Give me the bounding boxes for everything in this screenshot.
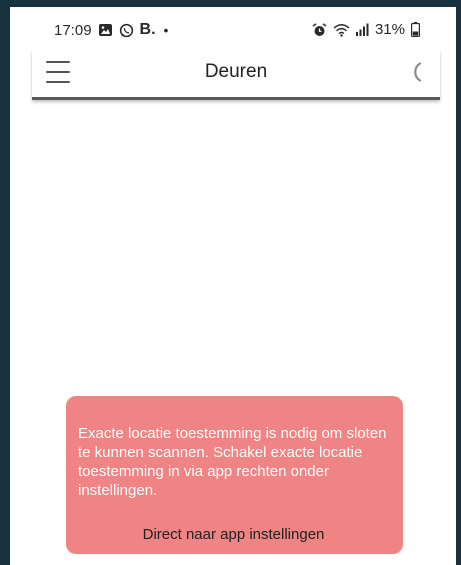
battery-icon [411,22,420,37]
wifi-icon [333,23,350,37]
status-bar-left: 17:09 B. • [54,21,168,39]
status-carrier-letter: B. [139,21,156,38]
gallery-icon [98,23,113,37]
app-bar: Deuren [32,51,440,100]
open-app-settings-button[interactable]: Direct naar app instellingen [78,522,389,547]
status-bar: 17:09 B. • 31% [10,7,456,51]
whatsapp-icon [119,23,134,38]
permission-snackbar: Exacte locatie toestemming is nodig om s… [66,396,403,554]
phone-screen: 17:09 B. • 31% Deuren Exacte locatie toe… [10,7,456,565]
battery-percentage: 31% [374,21,405,38]
status-time: 17:09 [54,21,92,39]
signal-icon [355,23,369,36]
alarm-icon [312,22,327,37]
snackbar-message: Exacte locatie toestemming is nodig om s… [78,425,387,499]
page-title: Deuren [204,61,268,82]
status-bar-right: 31% [312,21,420,38]
status-notification-dot: • [163,22,169,38]
loading-spinner-icon [402,59,428,85]
